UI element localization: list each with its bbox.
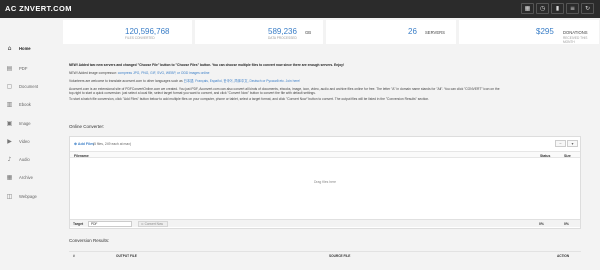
sidebar-item-label: Audio xyxy=(19,157,30,162)
sidebar-item-label: Document xyxy=(19,84,39,89)
col-status: Status xyxy=(540,153,551,158)
drop-hint: Drag files here xyxy=(313,180,337,184)
stat-value: $295 xyxy=(536,27,554,36)
compressor-link[interactable]: compress JPG, PNG, GIF, SVG, WEBP, or OD… xyxy=(118,71,210,75)
stat-sub: DATA PROCESSED xyxy=(268,36,297,40)
add-files-limit: (5 files, 249 each at max) xyxy=(93,142,132,146)
sidebar-item-image[interactable]: ▣ Image xyxy=(0,117,59,131)
stat-donations: $295 DONATIONS RECEIVED THIS MONTH xyxy=(459,20,599,44)
image-icon: ▣ xyxy=(6,120,13,127)
target-format-select[interactable]: PDF xyxy=(88,221,132,227)
results-table-header: # OUTPUT FILE SOURCE FILE ACTION xyxy=(69,251,581,258)
notice-translate: Volunteers are welcome to translate acon… xyxy=(69,79,589,83)
col-output-file: OUTPUT FILE xyxy=(116,254,137,258)
sidebar-item-label: Image xyxy=(19,121,31,126)
sidebar-item-home[interactable]: ⌂ Home xyxy=(0,42,59,56)
video-icon: ▶ xyxy=(7,138,12,145)
stat-value: 26 xyxy=(408,27,417,36)
options-dropdown-button[interactable]: ▾ xyxy=(567,140,578,147)
notice-quick: top-right to start a quick conversion: j… xyxy=(69,91,316,95)
col-size: Size xyxy=(564,153,571,158)
sidebar-item-label: Home xyxy=(19,46,31,51)
sidebar-item-label: Video xyxy=(19,139,30,144)
remove-all-button[interactable]: − xyxy=(555,140,566,147)
translate-link[interactable]: 日本語, Français, Español, 한국어, 简体中文, Deuts… xyxy=(184,79,301,83)
file-table-header: Filename Status Size xyxy=(70,151,580,158)
archive-icon: ▦ xyxy=(6,174,13,181)
notice-text: Volunteers are welcome to translate acon… xyxy=(69,79,184,83)
convert-now-label: Convert Now xyxy=(144,222,163,226)
menu-icon[interactable]: ≡ xyxy=(566,3,579,14)
converter-footer: Target PDF ⊙ Convert Now 0% 0% xyxy=(70,219,580,227)
stat-sub: RECEIVED THIS MONTH xyxy=(563,36,588,44)
webpage-icon: ◫ xyxy=(6,193,13,200)
col-index: # xyxy=(73,254,75,258)
converter-panel: ⊕ Add Files (5 files, 249 each at max) −… xyxy=(69,136,581,229)
add-files-button[interactable]: ⊕ Add Files xyxy=(74,142,94,146)
size-percent: 0% xyxy=(564,222,569,226)
add-files-label: Add Files xyxy=(77,142,95,146)
stat-unit: GB xyxy=(305,30,312,35)
stat-value: 589,236 xyxy=(268,27,297,36)
pdf-icon: ▤ xyxy=(6,65,13,72)
audio-icon: ♪ xyxy=(7,156,12,163)
stat-value: 120,596,768 xyxy=(125,27,170,36)
col-action: ACTION xyxy=(557,254,570,258)
notice-text: NEW! Added image compressor: xyxy=(69,71,118,75)
top-icon-group: ▦ ◷ ▮ ≡ ↻ xyxy=(521,3,594,14)
sidebar-item-label: Ebook xyxy=(19,102,31,107)
stat-unit: DONATIONS xyxy=(563,30,588,35)
home-icon: ⌂ xyxy=(7,45,12,52)
target-label: Target xyxy=(73,222,84,226)
target-format-value: PDF xyxy=(91,222,98,226)
results-title: Conversion Results: xyxy=(69,238,110,243)
site-logo[interactable]: AC ZNVERT.COM xyxy=(5,4,72,13)
ebook-icon: ▥ xyxy=(6,101,13,108)
history-icon[interactable]: ◷ xyxy=(536,3,549,14)
sidebar-item-document[interactable]: ▢ Document xyxy=(0,80,59,94)
refresh-icon[interactable]: ↻ xyxy=(581,3,594,14)
stats-bar: 120,596,768 FILES CONVERTED 589,236 GB D… xyxy=(60,20,600,44)
grid-icon[interactable]: ▦ xyxy=(521,3,534,14)
bookmark-icon[interactable]: ▮ xyxy=(551,3,564,14)
notice-new-servers: NEW! Added two new servers and changed "… xyxy=(69,63,345,67)
sidebar-item-webpage[interactable]: ◫ Webpage xyxy=(0,190,59,204)
stat-sub: FILES CONVERTED xyxy=(125,36,155,40)
sidebar-item-video[interactable]: ▶ Video xyxy=(0,135,59,149)
sidebar-item-audio[interactable]: ♪ Audio xyxy=(0,153,59,167)
sidebar-item-archive[interactable]: ▦ Archive xyxy=(0,171,59,185)
col-source-file: SOURCE FILE xyxy=(329,254,351,258)
drop-zone[interactable]: Drag files here xyxy=(70,158,580,204)
sidebar-item-label: Archive xyxy=(19,175,33,180)
stat-unit: SERVERS xyxy=(425,30,445,35)
sidebar-item-label: PDF xyxy=(19,66,28,71)
sidebar-item-pdf[interactable]: ▤ PDF xyxy=(0,62,59,76)
stat-files-converted: 120,596,768 FILES CONVERTED xyxy=(63,20,192,44)
sidebar: ⌂ Home ▤ PDF ▢ Document ▥ Ebook ▣ Image … xyxy=(0,18,59,270)
notice-compressor: NEW! Added image compressor: compress JP… xyxy=(69,71,589,75)
top-bar: AC ZNVERT.COM ▦ ◷ ▮ ≡ ↻ xyxy=(0,0,600,18)
stat-servers: 26 SERVERS xyxy=(326,20,456,44)
document-icon: ▢ xyxy=(6,83,13,90)
stat-data-processed: 589,236 GB DATA PROCESSED xyxy=(195,20,323,44)
col-filename: Filename xyxy=(74,153,89,158)
progress-percent: 0% xyxy=(539,222,544,226)
converter-title: Online Converter: xyxy=(69,124,105,129)
convert-now-button[interactable]: ⊙ Convert Now xyxy=(138,221,168,227)
notice-batch: To start a batch file conversion, click … xyxy=(69,97,430,101)
sidebar-item-label: Webpage xyxy=(19,194,37,199)
sidebar-item-ebook[interactable]: ▥ Ebook xyxy=(0,98,59,112)
